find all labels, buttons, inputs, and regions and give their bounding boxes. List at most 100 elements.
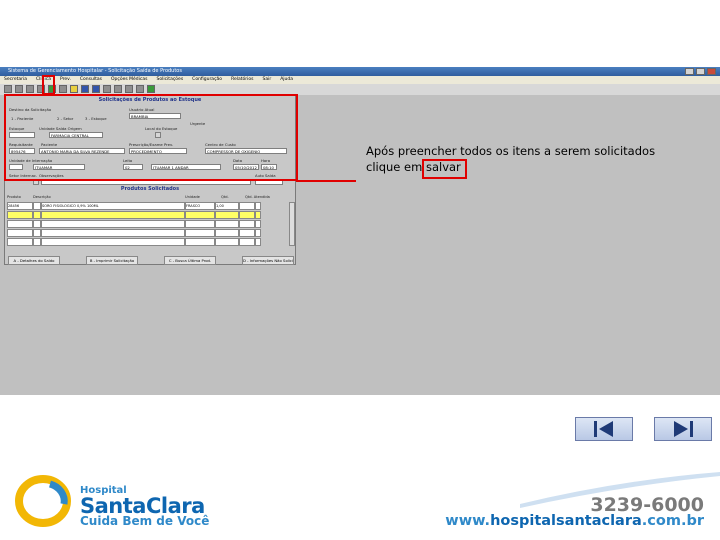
menu-item[interactable]: Relatórios xyxy=(231,76,253,84)
table-row[interactable] xyxy=(7,211,293,219)
row-checkbox[interactable] xyxy=(255,202,261,210)
screenshot-area: Sistema de Gerenciamento Hospitalar - So… xyxy=(0,67,720,395)
cell-description[interactable] xyxy=(41,229,185,237)
next-slide-button[interactable] xyxy=(654,417,712,441)
cell-qty[interactable] xyxy=(215,229,239,237)
cell-unit[interactable] xyxy=(185,211,215,219)
menu-item[interactable]: Sair xyxy=(262,76,271,84)
previous-slide-button[interactable] xyxy=(575,417,633,441)
home-icon[interactable] xyxy=(147,85,155,93)
cell-unit[interactable] xyxy=(185,238,215,246)
menu-item[interactable]: Opções Médicas xyxy=(111,76,148,84)
products-header: Produto Descrição Unidade Qtd. Qtd. Aten… xyxy=(7,195,293,199)
arrow-down-icon[interactable] xyxy=(92,85,100,93)
grid-scrollbar[interactable] xyxy=(289,202,295,246)
menu-item[interactable]: Consultas xyxy=(80,76,102,84)
menu-item[interactable]: Ajuda xyxy=(280,76,293,84)
cell-qty-served[interactable] xyxy=(239,220,255,228)
skip-back-icon xyxy=(594,421,613,437)
products-grid: 28456 SORO FISIOLOGICO 0,9% 100ML FRASCO… xyxy=(7,202,293,247)
instruction-line-1: Após preencher todos os itens a serem so… xyxy=(366,144,656,158)
app-window: Sistema de Gerenciamento Hospitalar - So… xyxy=(0,67,720,395)
row-checkbox[interactable] xyxy=(255,229,261,237)
cell-code[interactable] xyxy=(7,220,33,228)
cell-description[interactable] xyxy=(41,220,185,228)
edit-icon[interactable] xyxy=(26,85,34,93)
print-request-button[interactable]: B - Imprimir Solicitação xyxy=(86,256,138,265)
new-icon[interactable] xyxy=(15,85,23,93)
col-description: Descrição xyxy=(33,195,51,199)
save-highlight-box xyxy=(42,75,55,95)
table-row[interactable]: 28456 SORO FISIOLOGICO 0,9% 100ML FRASCO… xyxy=(7,202,293,210)
col-unit: Unidade xyxy=(185,195,200,199)
cell-qty-served[interactable] xyxy=(239,202,255,210)
row-lookup-button[interactable] xyxy=(33,238,41,246)
cell-unit[interactable] xyxy=(185,220,215,228)
row-checkbox[interactable] xyxy=(255,220,261,228)
brand-tagline: Cuida Bem de Você xyxy=(80,514,210,528)
form-highlight-box xyxy=(4,94,298,181)
last-record-icon[interactable] xyxy=(114,85,122,93)
callout-line xyxy=(296,180,356,182)
row-lookup-button[interactable] xyxy=(33,211,41,219)
col-product: Produto xyxy=(7,195,21,199)
cell-qty-served[interactable] xyxy=(239,211,255,219)
skip-forward-icon xyxy=(674,421,693,437)
row-lookup-button[interactable] xyxy=(33,229,41,237)
cell-code[interactable] xyxy=(7,229,33,237)
maximize-button[interactable] xyxy=(696,68,705,75)
cell-qty[interactable] xyxy=(215,211,239,219)
site-suffix: .com.br xyxy=(641,513,704,529)
menu-item[interactable]: Secretaria xyxy=(4,76,27,84)
cell-qty[interactable]: 1,00 xyxy=(215,202,239,210)
form-buttons: A - Detalhes do Saldo B - Imprimir Solic… xyxy=(8,256,294,265)
col-qty: Qtd. xyxy=(221,195,229,199)
search-icon[interactable] xyxy=(70,85,78,93)
row-checkbox[interactable] xyxy=(255,211,261,219)
row-lookup-button[interactable] xyxy=(33,220,41,228)
col-qty-served: Qtd. Atendida xyxy=(245,195,270,199)
products-section-title: Produtos Solicitados xyxy=(120,186,180,192)
cell-qty-served[interactable] xyxy=(239,238,255,246)
minimize-button[interactable] xyxy=(685,68,694,75)
cell-code[interactable]: 28456 xyxy=(7,202,33,210)
cell-unit[interactable] xyxy=(185,229,215,237)
cell-code[interactable] xyxy=(7,238,33,246)
menu-item[interactable]: Configuração xyxy=(192,76,222,84)
site-prefix: www. xyxy=(445,513,491,529)
balance-details-button[interactable]: A - Detalhes do Saldo xyxy=(8,256,60,265)
exit-icon[interactable] xyxy=(4,85,12,93)
row-checkbox[interactable] xyxy=(255,238,261,246)
menu-item[interactable]: Prev. xyxy=(60,76,71,84)
cell-description[interactable] xyxy=(41,238,185,246)
last-product-button[interactable]: C - Busca Última Prod. xyxy=(164,256,216,265)
website: www.hospitalsantaclara.com.br xyxy=(445,513,704,529)
instruction-line-2: clique em salvar xyxy=(366,160,461,174)
menu-bar: Secretaria Clínica Prev. Consultas Opçõe… xyxy=(0,76,720,84)
help-icon[interactable] xyxy=(136,85,144,93)
arrow-up-icon[interactable] xyxy=(81,85,89,93)
hospital-logo xyxy=(15,475,71,527)
cell-description[interactable]: SORO FISIOLOGICO 0,9% 100ML xyxy=(41,202,185,210)
table-row[interactable] xyxy=(7,220,293,228)
table-row[interactable] xyxy=(7,238,293,246)
cell-qty-served[interactable] xyxy=(239,229,255,237)
delete-icon[interactable] xyxy=(59,85,67,93)
not-requested-info-button[interactable]: D - Informações Não Solicitado xyxy=(242,256,294,265)
cell-description[interactable] xyxy=(41,211,185,219)
site-main: hospitalsantaclara xyxy=(490,513,642,529)
menu-item[interactable]: Solicitações xyxy=(156,76,183,84)
window-controls xyxy=(685,68,716,75)
copy-icon[interactable] xyxy=(125,85,133,93)
close-button[interactable] xyxy=(707,68,716,75)
table-row[interactable] xyxy=(7,229,293,237)
window-title: Sistema de Gerenciamento Hospitalar - So… xyxy=(0,67,720,76)
cell-qty[interactable] xyxy=(215,238,239,246)
row-lookup-button[interactable] xyxy=(33,202,41,210)
cell-code[interactable] xyxy=(7,211,33,219)
cell-qty[interactable] xyxy=(215,220,239,228)
salvar-highlight-box xyxy=(422,159,467,179)
first-record-icon[interactable] xyxy=(103,85,111,93)
instruction-text: Após preencher todos os itens a serem so… xyxy=(366,143,686,175)
cell-unit[interactable]: FRASCO xyxy=(185,202,215,210)
